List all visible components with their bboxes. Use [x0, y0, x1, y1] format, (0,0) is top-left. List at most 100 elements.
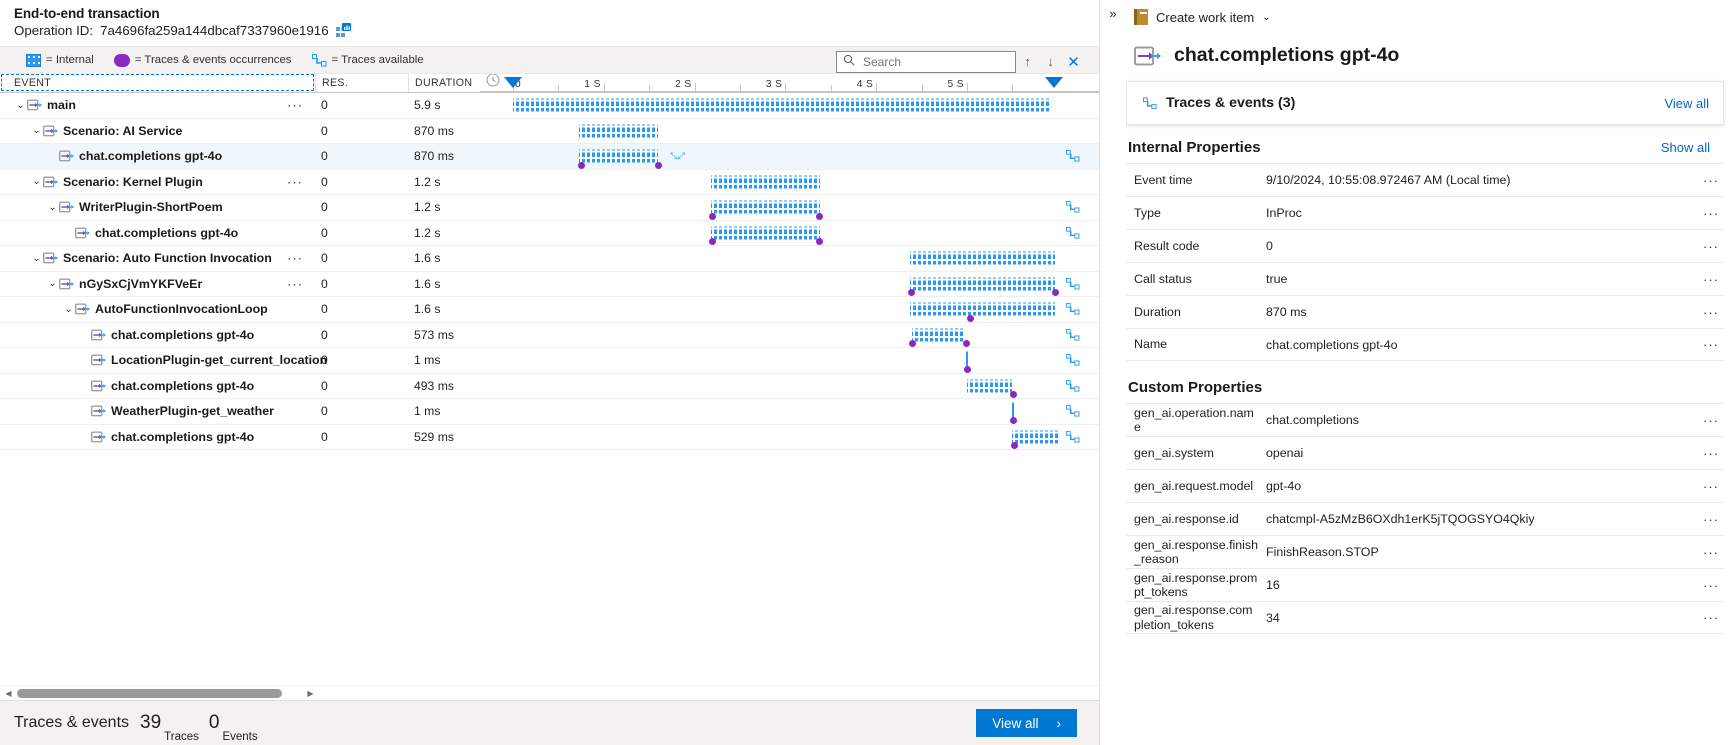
traces-available-icon[interactable]	[1066, 150, 1080, 162]
property-menu-button[interactable]: ···	[1698, 173, 1724, 188]
occurrence-dot[interactable]	[816, 238, 824, 245]
occurrence-dot[interactable]	[908, 289, 916, 296]
occurrence-dot[interactable]	[1010, 442, 1018, 449]
table-row[interactable]: ⌄ AutoFunctionInvocationLoop 0 1.6 s	[0, 297, 1099, 323]
occurrence-dot[interactable]	[909, 340, 917, 347]
occurrence-dot[interactable]	[816, 212, 824, 220]
collapse-panel-icon[interactable]: »	[1109, 6, 1116, 745]
row-expand-chevron-icon[interactable]: ⌄	[30, 176, 43, 187]
property-menu-button[interactable]: ···	[1698, 305, 1724, 320]
column-header-res[interactable]: RES.	[315, 74, 408, 92]
scroll-left-arrow[interactable]: ◀	[0, 689, 17, 698]
property-menu-button[interactable]: ···	[1698, 413, 1724, 428]
property-menu-button[interactable]: ···	[1698, 610, 1724, 625]
row-context-menu-button[interactable]: ···	[287, 174, 303, 189]
expand-bar-icon[interactable]: ⤡⤢	[670, 151, 684, 162]
show-all-link[interactable]: Show all	[1661, 140, 1710, 155]
traces-events-card[interactable]: Traces & events (3) View all	[1126, 81, 1724, 125]
view-all-button[interactable]: View all ›	[976, 709, 1077, 737]
property-menu-button[interactable]: ···	[1698, 545, 1724, 560]
table-row[interactable]: ⌄chat.completions gpt-4o 0 870 ms ⤡⤢	[0, 144, 1099, 170]
property-menu-button[interactable]: ···	[1698, 512, 1724, 527]
row-expand-chevron-icon[interactable]: ⌄	[46, 278, 59, 289]
scroll-track[interactable]	[17, 688, 302, 699]
occurrence-dot[interactable]	[962, 340, 970, 347]
traces-available-icon[interactable]	[1066, 226, 1080, 239]
row-expand-chevron-icon[interactable]: ⌄	[62, 304, 75, 315]
occurrence-dot[interactable]	[654, 161, 662, 169]
traces-available-icon[interactable]	[1066, 303, 1080, 315]
occurrence-dot[interactable]	[709, 238, 717, 245]
property-menu-button[interactable]: ···	[1698, 239, 1724, 254]
search-close-button[interactable]: ✕	[1062, 50, 1085, 73]
traces-available-icon[interactable]	[1066, 379, 1080, 392]
gantt-bar[interactable]	[909, 277, 1056, 291]
occurrence-dot[interactable]	[709, 212, 717, 220]
table-row[interactable]: ⌄chat.completions gpt-4o 0 1.2 s	[0, 221, 1099, 246]
scroll-thumb[interactable]	[17, 688, 282, 698]
table-row[interactable]: ⌄chat.completions gpt-4o 0 529 ms	[0, 425, 1099, 450]
gantt-bar[interactable]	[909, 302, 1056, 316]
table-row[interactable]: ⌄ WriterPlugin-ShortPoem 0 1.2 s	[0, 195, 1099, 221]
row-expand-chevron-icon[interactable]: ⌄	[30, 253, 43, 264]
table-row[interactable]: ⌄LocationPlugin-get_current_location0 1 m…	[0, 348, 1099, 374]
gantt-bar[interactable]	[710, 226, 820, 240]
traces-available-icon[interactable]	[1066, 328, 1080, 341]
table-row[interactable]: ⌄chat.completions gpt-4o 0 573 ms	[0, 323, 1099, 348]
gantt-bar[interactable]	[579, 149, 659, 163]
gantt-bar[interactable]	[513, 98, 1049, 112]
gantt-bar[interactable]	[710, 175, 820, 189]
traces-available-icon[interactable]	[1066, 430, 1080, 443]
table-row[interactable]: ⌄ main ··· 0 5.9 s	[0, 93, 1099, 119]
row-context-menu-button[interactable]: ···	[287, 276, 303, 291]
gantt-bar[interactable]	[911, 328, 964, 342]
row-expand-chevron-icon[interactable]: ⌄	[14, 100, 27, 111]
left-range-marker[interactable]	[504, 77, 522, 88]
gantt-bar[interactable]	[710, 200, 820, 214]
column-header-event[interactable]: EVENT	[0, 74, 315, 92]
table-row[interactable]: ⌄chat.completions gpt-4o 0 493 ms	[0, 374, 1099, 399]
property-menu-button[interactable]: ···	[1698, 578, 1724, 593]
right-range-marker[interactable]	[1045, 77, 1064, 88]
horizontal-scrollbar[interactable]: ◀ ▶	[0, 685, 1099, 700]
app-insights-icon[interactable]	[335, 23, 351, 38]
traces-available-icon[interactable]	[1066, 405, 1080, 417]
row-expand-chevron-icon[interactable]: ⌄	[46, 202, 59, 213]
column-header-duration[interactable]: DURATION	[408, 74, 480, 92]
search-prev-button[interactable]: ↑	[1016, 50, 1039, 73]
traces-available-icon[interactable]	[1066, 201, 1080, 213]
traces-available-icon[interactable]	[1066, 277, 1080, 290]
table-row[interactable]: ⌄ nGySxCjVmYKFVeEr ··· 0 1.6 s	[0, 272, 1099, 297]
property-menu-button[interactable]: ···	[1698, 446, 1724, 461]
gantt-bar[interactable]	[967, 379, 1012, 393]
scroll-right-arrow[interactable]: ▶	[302, 689, 319, 698]
property-menu-button[interactable]: ···	[1698, 479, 1724, 494]
search-box[interactable]	[836, 50, 1016, 73]
gantt-bar[interactable]	[1012, 430, 1061, 444]
traces-available-icon[interactable]	[1066, 354, 1080, 366]
property-menu-button[interactable]: ···	[1698, 272, 1724, 287]
row-context-menu-button[interactable]: ···	[287, 98, 303, 113]
occurrence-dot[interactable]	[1009, 416, 1017, 424]
occurrence-dot[interactable]	[577, 161, 585, 169]
occurrence-dot[interactable]	[1051, 289, 1059, 296]
legend-item-traces: = Traces available	[311, 53, 424, 67]
property-menu-button[interactable]: ···	[1698, 206, 1724, 221]
search-input[interactable]	[861, 53, 1001, 70]
traces-view-all-link[interactable]: View all	[1664, 96, 1709, 111]
gantt-bar[interactable]	[909, 251, 1056, 265]
search-next-button[interactable]: ↓	[1039, 50, 1062, 73]
occurrence-dot[interactable]	[1009, 391, 1017, 398]
row-context-menu-button[interactable]: ···	[287, 251, 303, 266]
row-expand-chevron-icon[interactable]: ⌄	[30, 125, 43, 136]
table-row[interactable]: ⌄ Scenario: Auto Function Invocation ··· 0 1…	[0, 246, 1099, 272]
table-row[interactable]: ⌄ Scenario: AI Service 0 870 ms	[0, 119, 1099, 144]
occurrence-dot[interactable]	[963, 365, 971, 373]
gantt-bar[interactable]	[579, 124, 659, 138]
create-work-item-button[interactable]: Create work item ⌄	[1126, 0, 1724, 34]
table-row[interactable]: ⌄ Scenario: Kernel Plugin ··· 0 1.2 s	[0, 170, 1099, 195]
entity-title: chat.completions gpt-4o	[1174, 44, 1400, 66]
table-row[interactable]: ⌄WeatherPlugin-get_weather 0 1 ms	[0, 399, 1099, 425]
occurrence-dot[interactable]	[967, 314, 975, 322]
property-menu-button[interactable]: ···	[1698, 337, 1724, 352]
